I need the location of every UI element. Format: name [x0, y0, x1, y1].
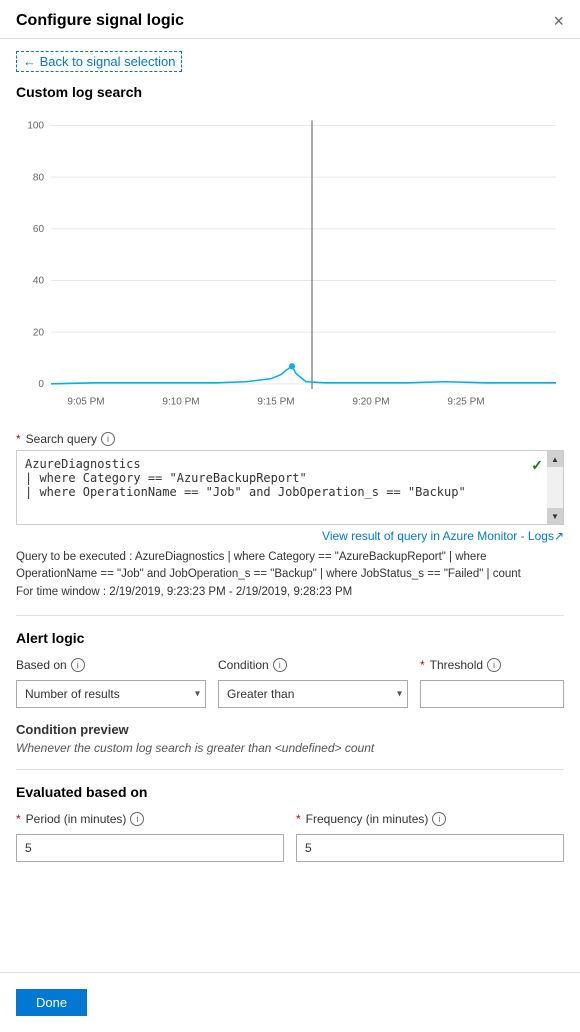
- query-info-text: Query to be executed : AzureDiagnostics …: [16, 549, 564, 601]
- based-on-info-icon[interactable]: i: [71, 658, 85, 672]
- query-textarea[interactable]: AzureDiagnostics | where Category == "Az…: [17, 451, 543, 521]
- close-button[interactable]: ×: [553, 12, 564, 30]
- search-query-section: * Search query i AzureDiagnostics | wher…: [16, 432, 564, 601]
- based-on-select[interactable]: Number of results: [16, 680, 206, 708]
- frequency-info-icon[interactable]: i: [432, 812, 446, 826]
- check-icon: ✓: [531, 457, 543, 474]
- based-on-select-wrapper: Number of results ▾: [16, 680, 206, 708]
- divider-2: [16, 769, 564, 770]
- svg-text:9:05 PM: 9:05 PM: [67, 396, 104, 407]
- svg-text:9:10 PM: 9:10 PM: [162, 396, 199, 407]
- footer: Done: [0, 972, 580, 1032]
- alert-logic-section: Alert logic Based on i Number of results…: [16, 630, 564, 708]
- threshold-label: * Threshold i: [420, 658, 564, 672]
- custom-log-title: Custom log search: [16, 84, 564, 100]
- alert-logic-title: Alert logic: [16, 630, 564, 646]
- svg-text:40: 40: [33, 275, 44, 286]
- scroll-up[interactable]: ▲: [547, 451, 563, 467]
- threshold-input[interactable]: [420, 680, 564, 708]
- evaluated-section: Evaluated based on * Period (in minutes)…: [16, 784, 564, 862]
- search-query-info-icon[interactable]: i: [101, 432, 115, 446]
- svg-text:20: 20: [33, 327, 44, 338]
- svg-text:9:15 PM: 9:15 PM: [257, 396, 294, 407]
- svg-text:9:20 PM: 9:20 PM: [352, 396, 389, 407]
- frequency-input[interactable]: [296, 834, 564, 862]
- based-on-label: Based on i: [16, 658, 206, 672]
- alert-logic-form-row: Based on i Number of results ▾ Condition: [16, 658, 564, 708]
- svg-text:9:25 PM: 9:25 PM: [447, 396, 484, 407]
- condition-preview-section: Condition preview Whenever the custom lo…: [16, 722, 564, 755]
- period-label: * Period (in minutes) i: [16, 812, 284, 826]
- view-query-link[interactable]: View result of query in Azure Monitor - …: [16, 529, 564, 543]
- condition-select-wrapper: Greater than Less than Equal to ▾: [218, 680, 408, 708]
- frequency-label: * Frequency (in minutes) i: [296, 812, 564, 826]
- condition-preview-text: Whenever the custom log search is greate…: [16, 741, 564, 755]
- scroll-down[interactable]: ▼: [547, 508, 563, 524]
- scrollbar[interactable]: ▲ ▼: [547, 451, 563, 524]
- svg-text:60: 60: [33, 224, 44, 235]
- evaluated-title: Evaluated based on: [16, 784, 564, 800]
- threshold-group: * Threshold i: [420, 658, 564, 708]
- svg-text:80: 80: [33, 172, 44, 183]
- divider-1: [16, 615, 564, 616]
- condition-select[interactable]: Greater than Less than Equal to: [218, 680, 408, 708]
- condition-label: Condition i: [218, 658, 408, 672]
- period-group: * Period (in minutes) i: [16, 812, 284, 862]
- condition-info-icon[interactable]: i: [273, 658, 287, 672]
- threshold-info-icon[interactable]: i: [487, 658, 501, 672]
- condition-preview-label: Condition preview: [16, 722, 564, 737]
- back-link[interactable]: ← Back to signal selection: [16, 51, 182, 72]
- svg-text:100: 100: [27, 120, 44, 131]
- done-button[interactable]: Done: [16, 989, 87, 1016]
- svg-text:0: 0: [38, 379, 44, 390]
- evaluated-form-row: * Period (in minutes) i * Frequency (in …: [16, 812, 564, 862]
- chart-area: 100 80 60 40 20 0 9:05 PM 9:10 PM 9:15 P…: [16, 110, 564, 420]
- based-on-group: Based on i Number of results ▾: [16, 658, 206, 708]
- period-input[interactable]: [16, 834, 284, 862]
- condition-group: Condition i Greater than Less than Equal…: [218, 658, 408, 708]
- panel-title: Configure signal logic: [16, 12, 184, 30]
- query-textarea-wrapper: AzureDiagnostics | where Category == "Az…: [16, 450, 564, 525]
- search-query-label: * Search query i: [16, 432, 564, 446]
- frequency-group: * Frequency (in minutes) i: [296, 812, 564, 862]
- period-info-icon[interactable]: i: [130, 812, 144, 826]
